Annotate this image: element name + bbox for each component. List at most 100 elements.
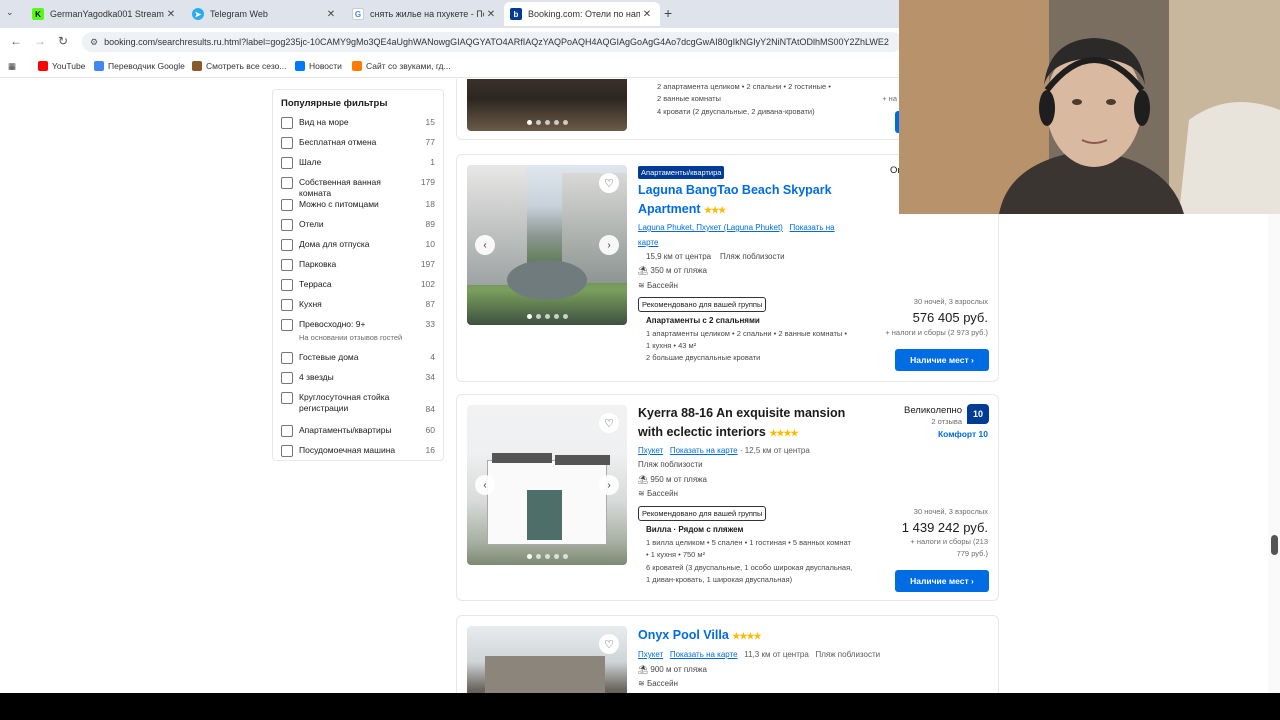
filter-option[interactable]: Терраса 102 [281,279,435,299]
filter-checkbox[interactable] [281,299,293,311]
property-photo[interactable] [467,79,627,131]
filter-option[interactable]: Кухня 87 [281,299,435,319]
bookmark-translate[interactable]: Переводчик Google [94,61,185,71]
tab-booking[interactable]: b Booking.com: Отели по направл ✕ [504,2,660,26]
beach-nearby-text: Пляж поблизости [815,650,881,659]
site-info-icon[interactable]: ⚙ [90,37,98,48]
filter-label: Апартаменты/квартиры [299,425,413,436]
chevron-left-icon[interactable]: ‹ [475,235,495,255]
filter-checkbox[interactable] [281,392,293,404]
photo-dots [467,120,627,125]
availability-button[interactable]: Наличие мест › [895,570,989,592]
availability-label: Наличие мест [910,576,969,586]
filter-checkbox[interactable] [281,425,293,437]
bookmark-youtube[interactable]: YouTube [38,61,85,71]
pool-row: ≋ Бассейн [638,281,678,290]
property-photo[interactable]: ♡ ‹ › [467,405,627,565]
tab-google-search[interactable]: G снять жилье на пхукете - Поис ✕ [346,2,504,26]
filter-option[interactable]: Дома для отпуска 10 [281,239,435,259]
tab-search-icon[interactable]: ⌄ [6,7,14,18]
property-name: with eclectic interiors [638,425,766,439]
tab-stream[interactable]: K GermanYagodka001 Stream - W ✕ [26,2,184,26]
filter-option[interactable]: Апартаменты/квартиры 60 [281,425,435,445]
new-tab-button[interactable]: + [664,5,672,21]
close-icon[interactable]: ✕ [484,9,498,20]
forward-icon[interactable]: → [34,34,46,48]
reload-icon[interactable]: ↻ [58,34,68,48]
filters-title: Популярные фильтры [281,98,388,109]
filter-checkbox[interactable] [281,177,293,189]
filter-option[interactable]: 4 звезды 34 [281,372,435,392]
location-link[interactable]: Пхукет [638,650,663,659]
filter-label-text: Посудомоечная машина [299,445,396,455]
filter-checkbox[interactable] [281,279,293,291]
bookmark-sounds[interactable]: Сайт со звуками, гд... [352,61,451,71]
location-link[interactable]: Laguna Phuket, Пхукет (Laguna Phuket) [638,223,783,232]
scrollbar-thumb[interactable] [1271,535,1278,555]
location-link[interactable]: Пхукет [638,446,663,455]
booking-icon: b [510,8,522,20]
heart-icon[interactable]: ♡ [599,634,619,654]
filter-option[interactable]: Шале 1 [281,157,435,177]
beach-distance: 950 м от пляжа [650,475,707,484]
villa-shape [485,656,605,693]
filter-option[interactable]: Вид на море 15 [281,117,435,137]
availability-button[interactable]: Наличие мест › [895,349,989,371]
heart-icon[interactable]: ♡ [599,413,619,433]
filter-option[interactable]: Отели 89 [281,219,435,239]
filter-checkbox[interactable] [281,199,293,211]
show-on-map-link[interactable]: карте [638,238,658,247]
tab-telegram[interactable]: ➤ Telegram Web ✕ [186,2,344,26]
show-on-map-link[interactable]: Показать на карте [670,446,738,455]
close-icon[interactable]: ✕ [640,9,654,20]
beach-row: ⛱ 350 м от пляжа [638,266,707,275]
filter-option[interactable]: Круглосуточная стойка регистрации 84 [281,392,435,425]
apps-icon[interactable]: ▦ [8,61,16,72]
chevron-right-icon[interactable]: › [599,235,619,255]
recommended-badge: Рекомендовано для вашей группы [638,297,767,312]
filter-label: Можно с питомцами [299,199,413,210]
bookmark-series[interactable]: Смотреть все сезо... [192,61,286,71]
filter-option[interactable]: Бесплатная отмена 77 [281,137,435,157]
window-shape [527,490,562,540]
property-photo[interactable]: ♡ ‹ › [467,165,627,325]
tab-title: Telegram Web [210,9,268,19]
filter-checkbox[interactable] [281,219,293,231]
filter-count: 84 [425,403,435,414]
address-bar[interactable]: ⚙ booking.com/searchresults.ru.html?labe… [82,32,902,52]
review-count: 2 отзыва [931,417,962,426]
beach-icon: ⛱ [638,475,649,484]
property-name-link[interactable]: Laguna BangTao Beach Skypark Apartment ★… [638,181,832,220]
filter-option[interactable]: Посудомоечная машина 16 [281,445,435,465]
filter-option[interactable]: Можно с питомцами 18 [281,199,435,219]
close-icon[interactable]: ✕ [324,9,338,20]
property-photo[interactable]: ♡ [467,626,627,693]
filter-checkbox[interactable] [281,259,293,271]
heart-icon[interactable]: ♡ [599,173,619,193]
filter-option[interactable]: Превосходно: 9+ На основании отзывов гост… [281,319,435,352]
filter-checkbox[interactable] [281,352,293,364]
filter-option[interactable]: Собственная ванная комната 179 [281,177,435,199]
chevron-left-icon[interactable]: ‹ [475,475,495,495]
chevron-right-icon[interactable]: › [599,475,619,495]
filter-checkbox[interactable] [281,239,293,251]
property-name-link[interactable]: Onyx Pool Villa ★★★★ [638,626,762,646]
comfort-score: Комфорт 10 [937,429,988,439]
bookmark-news[interactable]: Новости [295,61,342,71]
close-icon[interactable]: ✕ [164,9,178,20]
filter-checkbox[interactable] [281,372,293,384]
show-on-map-link[interactable]: Показать на карте [670,650,738,659]
filter-count: 15 [425,117,435,127]
filter-checkbox[interactable] [281,445,293,457]
webcam-video [899,0,1280,214]
filter-checkbox[interactable] [281,137,293,149]
back-icon[interactable]: ← [10,34,22,48]
filter-option[interactable]: Гостевые дома 4 [281,352,435,372]
filter-checkbox[interactable] [281,319,293,331]
property-name-link[interactable]: Kyerra 88-16 An exquisite mansion with e… [638,404,845,443]
tab-title: снять жилье на пхукете - Поис [370,9,484,19]
filter-checkbox[interactable] [281,157,293,169]
filter-option[interactable]: Парковка 197 [281,259,435,279]
filter-checkbox[interactable] [281,117,293,129]
show-on-map-link[interactable]: Показать на [790,223,835,232]
